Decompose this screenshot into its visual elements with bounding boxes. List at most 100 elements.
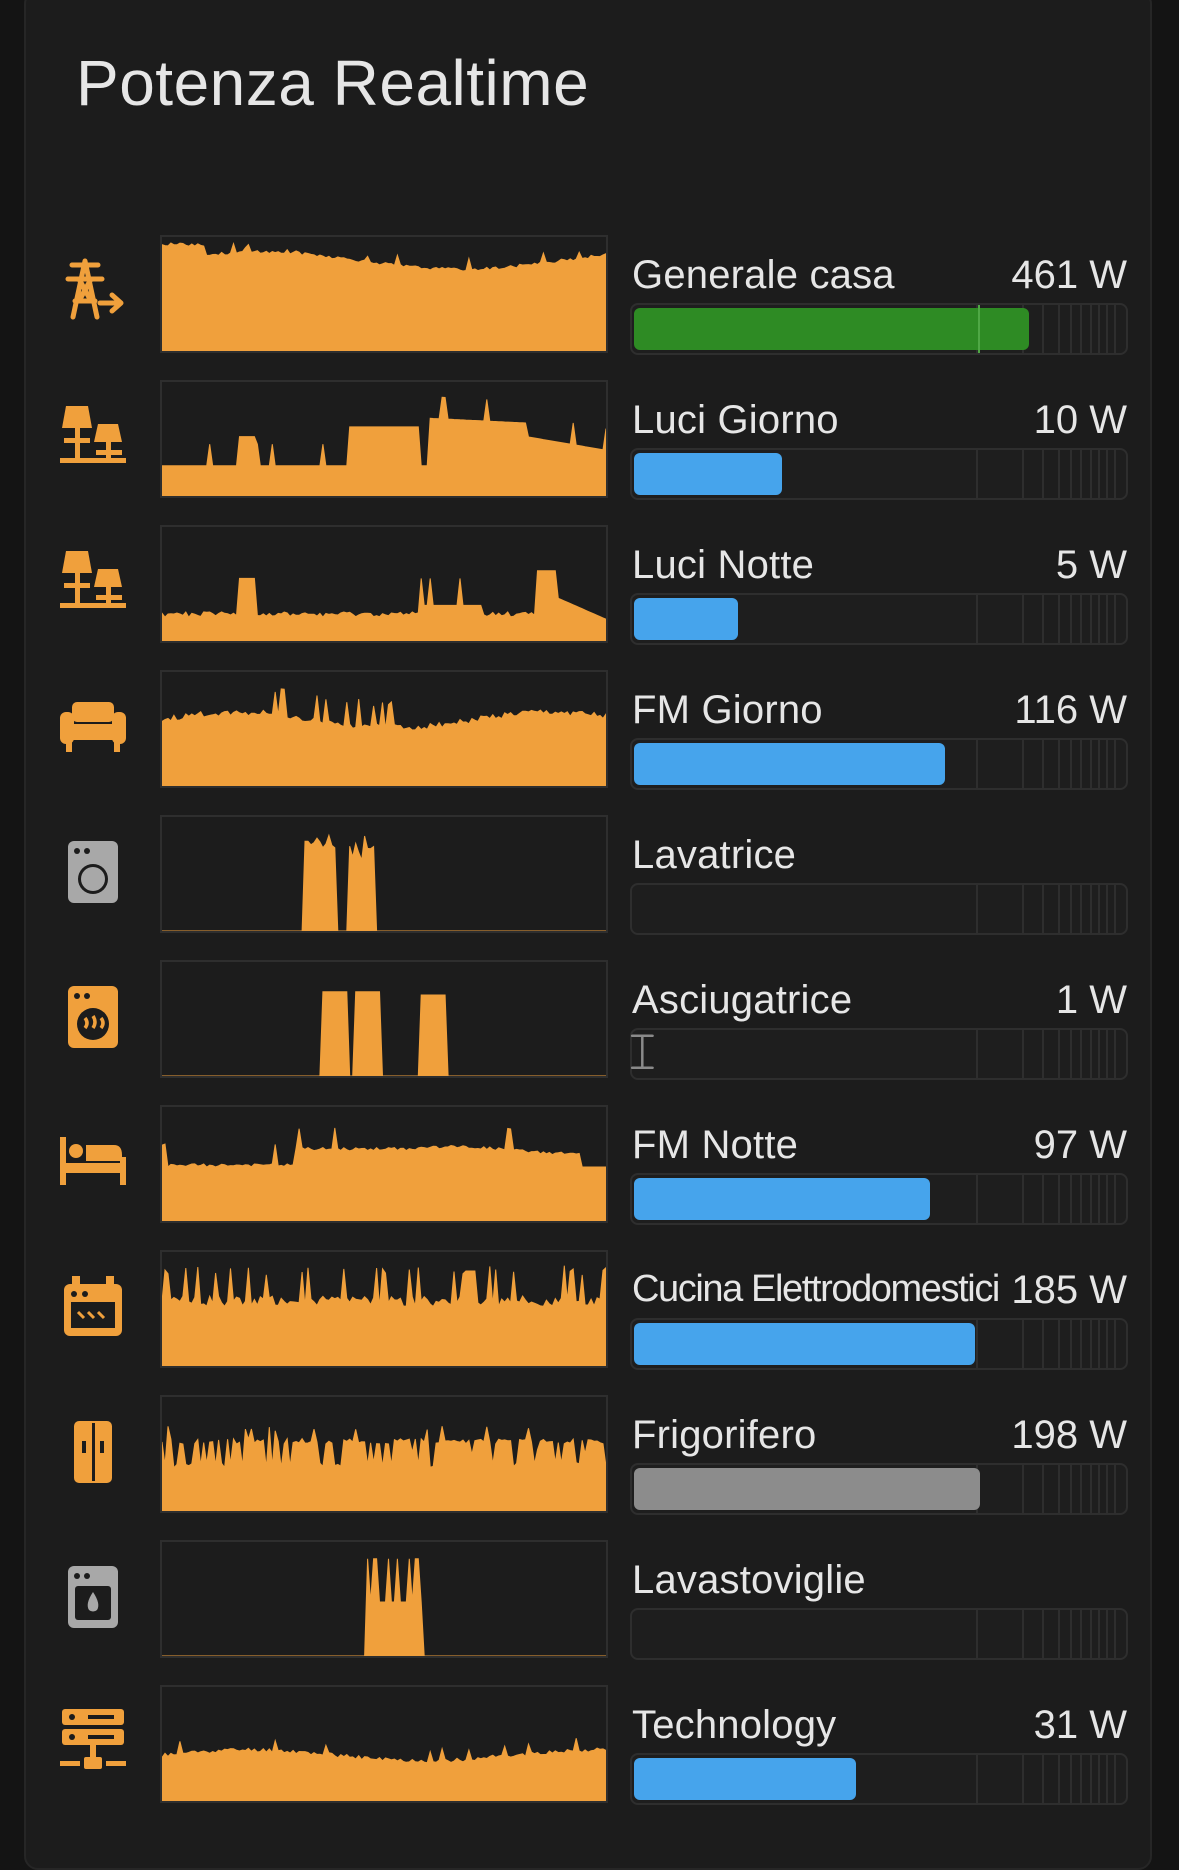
row-value: 185 W [1011,1268,1127,1312]
bar-tick [1080,1755,1082,1803]
bar-tick [1058,1030,1060,1078]
row-value: 116 W [1014,688,1127,732]
sparkline[interactable] [160,380,608,498]
row-value: 461 W [1011,253,1127,297]
row-label: Asciugatrice [632,978,853,1022]
bar-tick [1098,1320,1100,1368]
power-bar-fill [634,1468,980,1510]
sparkline[interactable] [160,1105,608,1223]
bar-tick [1022,1755,1024,1803]
bar-tick [1022,740,1024,788]
power-row[interactable]: Frigorifero 198 W [0,1395,1179,1515]
bar-tick [1070,1320,1072,1368]
row-label: Lavastoviglie [632,1558,866,1602]
bar-tick [1090,1175,1092,1223]
bar-tick [976,1610,978,1658]
row-label: Cucina Elettrodomestici [632,1268,1000,1310]
bar-tick [1022,450,1024,498]
sparkline[interactable] [160,1685,608,1803]
row-label: FM Notte [632,1123,799,1167]
power-row[interactable]: Lavastoviglie [0,1540,1179,1660]
power-bar [630,303,1128,355]
bar-tick [1090,450,1092,498]
bar-tick [1114,450,1116,498]
power-row[interactable]: Generale casa 461 W [0,235,1179,355]
bar-tick [1070,885,1072,933]
power-row[interactable]: FM Notte 97 W [0,1105,1179,1225]
bar-tick [976,1320,978,1368]
stove-icon [58,1272,128,1342]
sparkline[interactable] [160,1250,608,1368]
bar-tick [1090,1610,1092,1658]
power-row[interactable]: FM Giorno 116 W [0,670,1179,790]
bar-tick [976,1755,978,1803]
sparkline[interactable] [160,525,608,643]
bar-tick [1080,740,1082,788]
bar-tick [1098,450,1100,498]
bar-tick [1114,595,1116,643]
sparkline[interactable] [160,815,608,933]
row-value: 31 W [1033,1703,1127,1747]
power-row[interactable]: Cucina Elettrodomestici 185 W [0,1250,1179,1370]
sparkline[interactable] [160,235,608,353]
power-bar [630,1028,1128,1080]
bar-tick [1070,1030,1072,1078]
bar-tick [1114,885,1116,933]
bar-tick [1098,1755,1100,1803]
bar-tick [1106,1320,1108,1368]
row-value: 10 W [1033,398,1127,442]
lamps-icon [58,402,128,472]
sparkline[interactable] [160,960,608,1078]
bar-tick [1042,885,1044,933]
bar-tick [976,885,978,933]
washing-machine-icon [58,837,128,907]
bar-tick [1070,1610,1072,1658]
power-row[interactable]: Lavatrice [0,815,1179,935]
bar-tick [1058,1320,1060,1368]
bar-tick [1042,1030,1044,1078]
bar-tick [976,595,978,643]
power-row[interactable]: Luci Giorno 10 W [0,380,1179,500]
row-label: Lavatrice [632,833,797,877]
bar-tick [1042,595,1044,643]
lamps-icon [58,547,128,617]
power-row[interactable]: Technology 31 W [0,1685,1179,1805]
power-row[interactable]: Asciugatrice 1 W 𝙸 [0,960,1179,1082]
text-cursor-icon: 𝙸 [624,1022,661,1082]
bar-tick [1114,305,1116,353]
bar-tick [1090,595,1092,643]
bar-tick [1070,740,1072,788]
bar-marker [978,305,980,353]
bar-tick [1114,1320,1116,1368]
bar-tick [1058,1465,1060,1513]
bar-tick [1090,1320,1092,1368]
sparkline[interactable] [160,670,608,788]
card-title: Potenza Realtime [76,47,590,119]
bar-tick [1114,1755,1116,1803]
bar-tick [1098,1610,1100,1658]
bar-tick [1106,595,1108,643]
power-row[interactable]: Luci Notte 5 W [0,525,1179,645]
bar-tick [1058,1610,1060,1658]
bar-tick [1106,1465,1108,1513]
bar-tick [1106,1610,1108,1658]
server-network-icon [58,1707,128,1777]
power-bar-fill [634,1178,930,1220]
bar-tick [1070,450,1072,498]
bar-tick [1070,1175,1072,1223]
bar-tick [1058,595,1060,643]
bar-tick [1042,1465,1044,1513]
bar-tick [1106,305,1108,353]
bar-tick [1080,450,1082,498]
power-bar [630,1608,1128,1660]
bar-tick [1070,1755,1072,1803]
bar-tick [1090,305,1092,353]
bar-tick [1080,1465,1082,1513]
bar-tick [1098,1175,1100,1223]
bar-tick [1098,305,1100,353]
sparkline[interactable] [160,1395,608,1513]
bar-tick [976,1030,978,1078]
bar-tick [1098,885,1100,933]
power-bar-fill [634,308,1029,350]
sparkline[interactable] [160,1540,608,1658]
